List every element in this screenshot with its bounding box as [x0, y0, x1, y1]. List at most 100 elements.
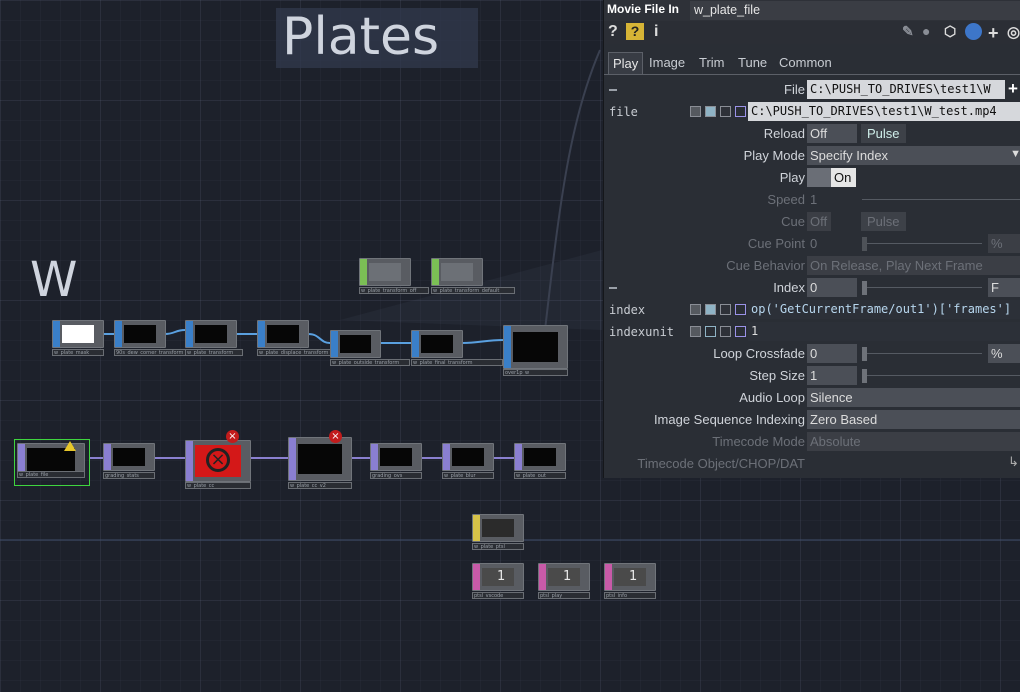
reload-pulse-button[interactable]: Pulse — [861, 124, 906, 143]
node-transform-1[interactable] — [114, 320, 166, 348]
mode-export-icon[interactable] — [720, 326, 731, 337]
node-transform-3[interactable] — [257, 320, 309, 348]
speed-slider[interactable] — [862, 199, 1020, 200]
cue-point-slider[interactable] — [862, 243, 982, 244]
info-icon[interactable]: i — [654, 23, 658, 41]
mode-expression-icon[interactable] — [705, 106, 716, 117]
arrow-icon[interactable]: ↳ — [1008, 454, 1019, 470]
mode-constant-icon[interactable] — [690, 304, 701, 315]
node-label: w_plate_cc — [185, 482, 251, 489]
python-icon[interactable] — [965, 23, 982, 40]
mode-constant-icon[interactable] — [690, 326, 701, 337]
node-over-w[interactable] — [503, 325, 568, 369]
node-label: ptsl_info — [604, 592, 656, 599]
question-icon[interactable]: ? — [608, 23, 618, 41]
cue-toggle[interactable]: Off — [807, 212, 831, 231]
error-badge-icon: × — [226, 430, 239, 443]
node-label: w_plate_out — [514, 472, 566, 479]
mode-expression-icon[interactable] — [705, 304, 716, 315]
step-size-field[interactable]: 1 — [807, 366, 857, 385]
file-browse-icon[interactable]: + — [1008, 79, 1018, 99]
target-icon[interactable]: ◎ — [1007, 23, 1020, 41]
node-ptsl-vscode[interactable]: 1 — [472, 563, 524, 591]
tab-common[interactable]: Common — [775, 52, 836, 73]
file-field[interactable]: C:\PUSH_TO_DRIVES\test1\W — [807, 80, 1005, 99]
node-transform-4[interactable] — [330, 330, 381, 358]
node-label: grading_ovs — [370, 472, 422, 479]
play-on-value[interactable]: On — [831, 168, 856, 187]
timecode-mode-menu[interactable]: Absolute — [807, 432, 1020, 451]
speed-field[interactable]: 1 — [807, 190, 857, 209]
node-ptsl-play[interactable]: 1 — [538, 563, 590, 591]
node-grading-ovs[interactable] — [370, 443, 422, 471]
node-transform-5[interactable] — [411, 330, 463, 358]
file-expr-field[interactable]: C:\PUSH_TO_DRIVES\test1\W_test.mp4 — [748, 102, 1020, 121]
mode-export-icon[interactable] — [720, 106, 731, 117]
op-name-field[interactable]: w_plate_file — [690, 1, 1020, 20]
python-help-icon[interactable]: ? — [626, 23, 644, 40]
audio-loop-menu[interactable]: Silence — [807, 388, 1020, 407]
slider-knob[interactable] — [862, 347, 867, 361]
reload-toggle[interactable]: Off — [807, 124, 857, 143]
cue-pulse-button[interactable]: Pulse — [861, 212, 906, 231]
tab-play[interactable]: Play — [608, 52, 644, 74]
error-x-icon: × — [206, 448, 230, 472]
node-w-plate-cc-v2[interactable] — [288, 437, 352, 481]
loop-crossfade-slider[interactable] — [862, 353, 982, 354]
param-loop-crossfade: Loop Crossfade 0 % — [604, 343, 1020, 365]
cue-point-unit[interactable]: % — [988, 234, 1020, 253]
node-label: w_plate_transform_off — [359, 287, 429, 294]
mode-bind-icon[interactable] — [735, 304, 746, 315]
edit-icon[interactable]: ✎ — [902, 23, 914, 40]
tab-trim[interactable]: Trim — [695, 52, 729, 73]
comment-icon[interactable]: ● — [922, 23, 930, 39]
index-expr-field[interactable]: op('GetCurrentFrame/out1')['frames'] — [748, 300, 1020, 319]
node-transform-off[interactable] — [359, 258, 411, 286]
param-index: Index 0 F — [604, 277, 1020, 299]
cue-behavior-menu[interactable]: On Release, Play Next Frame — [807, 256, 1020, 275]
param-cue-point: Cue Point 0 % — [604, 233, 1020, 255]
node-label: w_plate_transform_default — [431, 287, 515, 294]
collapse-icon[interactable] — [609, 287, 617, 289]
tab-image[interactable]: Image — [645, 52, 689, 73]
node-w-plate-mask[interactable] — [52, 320, 104, 348]
image-seq-menu[interactable]: Zero Based — [807, 410, 1020, 429]
indexunit-field[interactable]: 1 — [748, 322, 1020, 341]
play-mode-menu[interactable]: Specify Index — [807, 146, 1020, 165]
node-w-plate-cc[interactable]: × — [185, 440, 251, 482]
index-slider[interactable] — [862, 287, 982, 288]
play-toggle[interactable] — [807, 168, 831, 187]
node-transform-2[interactable] — [185, 320, 237, 348]
clone-icon[interactable]: ⬡ — [944, 23, 956, 40]
mode-bind-icon[interactable] — [735, 326, 746, 337]
node-ptsl-info[interactable]: 1 — [604, 563, 656, 591]
chevron-down-icon: ▼ — [1010, 148, 1020, 160]
node-transform-default[interactable] — [431, 258, 483, 286]
param-cue: Cue Off Pulse — [604, 211, 1020, 233]
loop-crossfade-field[interactable]: 0 — [807, 344, 857, 363]
loop-crossfade-unit[interactable]: % — [988, 344, 1020, 363]
collapse-icon[interactable] — [609, 89, 617, 91]
node-w-plate-ptsl[interactable] — [472, 514, 524, 542]
index-unit-menu[interactable]: F — [988, 278, 1020, 297]
mode-export-icon[interactable] — [720, 304, 731, 315]
param-audio-loop: Audio Loop Silence — [604, 387, 1020, 409]
mode-constant-icon[interactable] — [690, 106, 701, 117]
node-label: ptsl_vscode — [472, 592, 524, 599]
node-w-plate-blur[interactable] — [442, 443, 494, 471]
slider-knob[interactable] — [862, 281, 867, 295]
slider-knob[interactable] — [862, 237, 867, 251]
mode-expression-icon[interactable] — [705, 326, 716, 337]
index-field[interactable]: 0 — [807, 278, 857, 297]
annotation-w: W — [30, 252, 78, 308]
slider-knob[interactable] — [862, 369, 867, 383]
chop-value: 1 — [563, 569, 572, 584]
tab-tune[interactable]: Tune — [734, 52, 771, 73]
cue-point-field[interactable]: 0 — [807, 234, 857, 253]
param-timecode-object: Timecode Object/CHOP/DAT ↳ — [637, 454, 1019, 471]
add-icon[interactable]: + — [988, 23, 999, 44]
mode-bind-icon[interactable] — [735, 106, 746, 117]
step-size-slider[interactable] — [862, 375, 1020, 376]
node-w-plate-out[interactable] — [514, 443, 566, 471]
node-grading-stats[interactable] — [103, 443, 155, 471]
